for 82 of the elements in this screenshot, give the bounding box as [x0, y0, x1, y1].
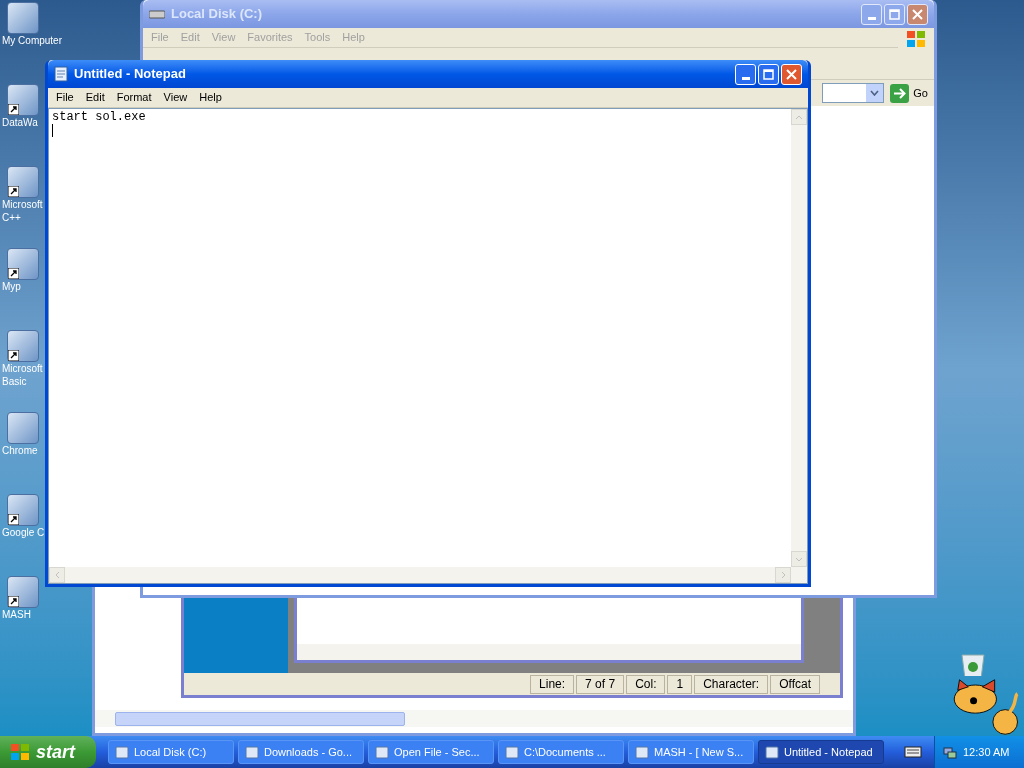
- caret-icon: [870, 90, 880, 96]
- window-icon: [505, 745, 519, 759]
- shortcut-arrow-icon: [8, 596, 19, 607]
- icon-label: Myp: [2, 281, 21, 293]
- window-icon: [765, 745, 779, 759]
- text-caret: [52, 124, 53, 137]
- shortcut-arrow-icon: [8, 350, 19, 361]
- close-icon: [786, 68, 797, 80]
- windows-logo-icon: [906, 30, 926, 48]
- app-icon[interactable]: [7, 412, 39, 444]
- icon-label: C++: [2, 212, 21, 224]
- menu-item[interactable]: Edit: [174, 29, 206, 46]
- taskbar-button[interactable]: C:\Documents ...: [498, 740, 624, 764]
- status-field: 7 of 7: [576, 674, 625, 694]
- clock: 12:30 AM: [963, 744, 1010, 760]
- close-icon: [912, 8, 923, 20]
- menu-item[interactable]: Format: [110, 89, 158, 106]
- horizontal-scrollbar[interactable]: [297, 644, 801, 660]
- dropdown-button[interactable]: [866, 84, 884, 102]
- menu-item[interactable]: View: [157, 89, 194, 106]
- status-field: Line:: [530, 674, 575, 694]
- notepad-icon: [54, 66, 68, 82]
- window-icon: [375, 745, 389, 759]
- icon-label: Chrome: [2, 445, 38, 457]
- app-icon[interactable]: [7, 576, 39, 608]
- app-icon[interactable]: [7, 84, 39, 116]
- taskbar-button[interactable]: Untitled - Notepad: [758, 740, 884, 764]
- shortcut-arrow-icon: [8, 268, 19, 279]
- window-icon: [115, 745, 129, 759]
- shortcut-arrow-icon: [8, 514, 19, 525]
- document-text: start sol.exe: [52, 110, 146, 124]
- taskbar-button[interactable]: Downloads - Go...: [238, 740, 364, 764]
- recycle-bin-icon[interactable]: [960, 652, 986, 676]
- menu-item[interactable]: Help: [336, 29, 371, 46]
- taskbar-button[interactable]: MASH - [ New S...: [628, 740, 754, 764]
- shortcut-arrow-icon: [8, 186, 19, 197]
- status-field: 1: [667, 674, 693, 694]
- app-icon[interactable]: [7, 248, 39, 280]
- address-field[interactable]: [822, 83, 885, 103]
- window-title: Untitled - Notepad: [74, 65, 186, 84]
- minimize-icon: [741, 76, 750, 80]
- icon-label: Google C: [2, 527, 45, 539]
- windows-logo-icon: [10, 743, 30, 761]
- close-button[interactable]: [907, 3, 928, 25]
- maximize-icon: [763, 68, 774, 80]
- scroll-thumb[interactable]: [115, 711, 405, 726]
- shortcut-arrow-icon: [8, 104, 19, 115]
- menu-item[interactable]: Help: [193, 89, 228, 106]
- app-icon[interactable]: [7, 2, 39, 34]
- go-button[interactable]: Go: [888, 83, 930, 103]
- app-icon[interactable]: [7, 166, 39, 198]
- icon-label: My Computer: [2, 35, 62, 47]
- taskbar-button[interactable]: Local Disk (C:): [108, 740, 234, 764]
- maximize-icon: [889, 8, 900, 20]
- status-field: Character:: [694, 674, 769, 694]
- network-icon[interactable]: [943, 745, 957, 759]
- minimize-icon: [867, 16, 876, 20]
- menu-item[interactable]: Edit: [79, 89, 111, 106]
- icon-label: MASH: [2, 609, 31, 621]
- menu-item[interactable]: View: [205, 29, 242, 46]
- icon-label: Basic: [2, 376, 27, 388]
- status-field: Col:: [626, 674, 666, 694]
- maximize-button[interactable]: [884, 3, 905, 25]
- minimize-button[interactable]: [861, 3, 882, 25]
- start-button[interactable]: start: [0, 736, 96, 768]
- drive-icon: [149, 9, 165, 19]
- icon-label: Microsoft: [2, 363, 43, 375]
- app-icon[interactable]: [7, 330, 39, 362]
- taskbar-button[interactable]: Open File - Sec...: [368, 740, 494, 764]
- window-icon: [245, 745, 259, 759]
- menu-item[interactable]: Tools: [298, 29, 337, 46]
- status-field: Offcat: [770, 674, 820, 694]
- icon-label: DataWa: [2, 117, 38, 129]
- app-icon[interactable]: [7, 494, 39, 526]
- window-icon: [635, 745, 649, 759]
- icon-label: Microsoft: [2, 199, 43, 211]
- menu-item[interactable]: File: [50, 89, 80, 106]
- menu-item[interactable]: Favorites: [241, 29, 299, 46]
- horizontal-scrollbar[interactable]: [95, 710, 853, 727]
- window-title: Local Disk (C:): [171, 5, 262, 24]
- keyboard-icon[interactable]: [904, 746, 922, 758]
- menu-item[interactable]: File: [145, 29, 175, 46]
